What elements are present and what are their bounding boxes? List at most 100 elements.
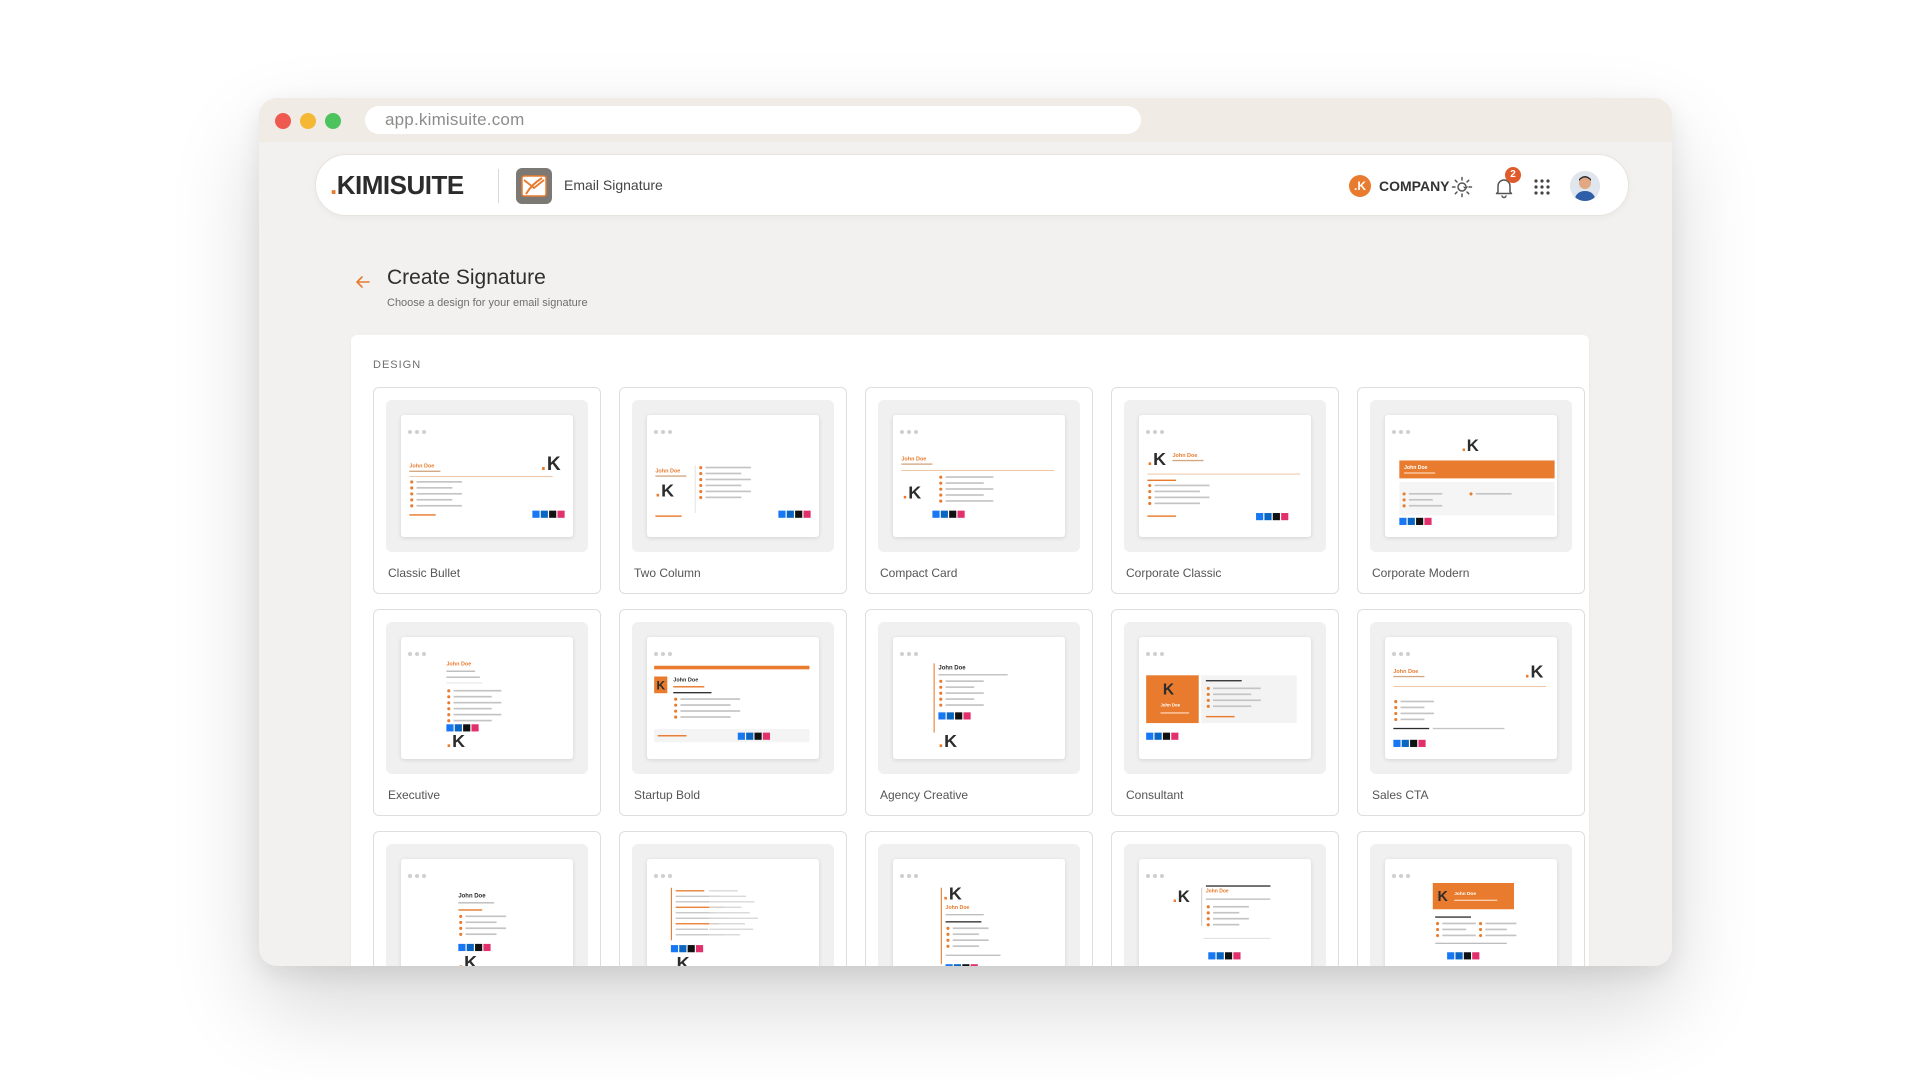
signature-preview-window: John Doe. K bbox=[401, 859, 573, 966]
svg-text:K: K bbox=[908, 483, 921, 503]
signature-thumbnail: John Doe. K bbox=[901, 456, 1055, 518]
design-name: Startup Bold bbox=[634, 788, 701, 802]
svg-text:John Doe: John Doe bbox=[446, 662, 471, 668]
design-card-corporate-modern[interactable]: . K John Doe Corporate Modern bbox=[1357, 387, 1585, 594]
apps-grid-icon[interactable] bbox=[1530, 175, 1554, 199]
signature-thumbnail: John Doe. K bbox=[409, 454, 565, 518]
svg-text:K: K bbox=[1153, 449, 1166, 469]
svg-text:.: . bbox=[903, 483, 908, 503]
svg-text:John Doe: John Doe bbox=[1161, 702, 1181, 707]
design-preview: K John Doe bbox=[1370, 844, 1572, 966]
logo-dot: . bbox=[330, 170, 337, 200]
design-card-compact-card[interactable]: John Doe. K Compact Card bbox=[865, 387, 1093, 594]
svg-text:John Doe: John Doe bbox=[946, 905, 970, 911]
design-name: Sales CTA bbox=[1372, 788, 1429, 802]
signature-thumbnail: John Doe. K bbox=[933, 663, 1008, 751]
close-window-button[interactable] bbox=[275, 113, 291, 129]
top-navigation: .KIMISUITE Email Signature .K COMPANY ⌄ bbox=[315, 154, 1629, 216]
design-card-startup-bold[interactable]: K John Doe Startup Bold bbox=[619, 609, 847, 816]
svg-text:John Doe: John Doe bbox=[458, 893, 486, 899]
signature-preview-window: . K John Doe bbox=[1139, 415, 1311, 537]
signature-thumbnail: .KJohn Doe bbox=[940, 884, 1001, 966]
section-label-design: DESIGN bbox=[373, 359, 422, 371]
signature-thumbnail: K John Doe bbox=[654, 665, 810, 743]
screenshot-stage: app.kimisuite.com .KIMISUITE Email Signa… bbox=[0, 0, 1920, 1080]
nav-divider bbox=[498, 169, 499, 203]
theme-toggle-sun-icon[interactable] bbox=[1450, 175, 1474, 199]
svg-text:K: K bbox=[1163, 681, 1175, 698]
svg-text:K: K bbox=[464, 952, 477, 966]
svg-text:John Doe: John Doe bbox=[1172, 453, 1197, 459]
signature-preview-window: .K bbox=[647, 859, 819, 966]
signature-preview-window: . K John Doe bbox=[1385, 415, 1557, 537]
design-card-design-11[interactable]: John Doe. K bbox=[373, 831, 601, 966]
signature-thumbnail: K John Doe bbox=[1432, 882, 1517, 960]
design-card-two-column[interactable]: John Doe. K Two Column bbox=[619, 387, 847, 594]
signature-thumbnail: K John Doe bbox=[1146, 675, 1297, 740]
page-subtitle: Choose a design for your email signature bbox=[387, 297, 588, 309]
signature-preview-window: K John Doe bbox=[647, 637, 819, 759]
company-badge: .K bbox=[1349, 175, 1371, 197]
browser-titlebar: app.kimisuite.com bbox=[259, 98, 1672, 142]
design-card-sales-cta[interactable]: John Doe. K Sales CTA bbox=[1357, 609, 1585, 816]
svg-text:John Doe: John Doe bbox=[655, 468, 680, 474]
design-card-design-13[interactable]: . K John Doe bbox=[865, 831, 1093, 966]
design-preview: John Doe. K bbox=[386, 844, 588, 966]
maximize-window-button[interactable] bbox=[325, 113, 341, 129]
browser-window: app.kimisuite.com .KIMISUITE Email Signa… bbox=[259, 98, 1672, 966]
signature-preview-window: . K John Doe bbox=[893, 859, 1065, 966]
minimize-window-button[interactable] bbox=[300, 113, 316, 129]
design-card-design-14[interactable]: . K John Doe bbox=[1111, 831, 1339, 966]
svg-text:John Doe: John Doe bbox=[938, 665, 966, 671]
svg-text:K: K bbox=[949, 884, 962, 904]
signature-thumbnail: John Doe. K bbox=[655, 465, 811, 518]
signature-thumbnail: John Doe. K bbox=[1393, 662, 1547, 747]
design-name: Two Column bbox=[634, 566, 701, 580]
signature-preview-window: John Doe. K bbox=[401, 415, 573, 537]
user-avatar[interactable] bbox=[1570, 171, 1600, 201]
design-card-corporate-classic[interactable]: . K John Doe Corporate Classic bbox=[1111, 387, 1339, 594]
design-preview: . K John Doe bbox=[1124, 400, 1326, 552]
design-preview: John Doe. K bbox=[1370, 622, 1572, 774]
design-preview: K John Doe bbox=[1124, 622, 1326, 774]
svg-text:K: K bbox=[944, 731, 957, 751]
svg-text:.: . bbox=[1172, 887, 1177, 906]
back-arrow-icon[interactable] bbox=[354, 273, 372, 291]
signature-thumbnail: .KJohn Doe bbox=[1172, 885, 1271, 960]
signature-preview-window: K John Doe bbox=[1385, 859, 1557, 966]
signature-preview-window: John Doe. K bbox=[893, 415, 1065, 537]
svg-text:K: K bbox=[547, 454, 561, 475]
svg-text:.: . bbox=[655, 480, 660, 500]
design-name: Compact Card bbox=[880, 566, 958, 580]
design-preview: . K John Doe bbox=[1124, 844, 1326, 966]
address-bar[interactable]: app.kimisuite.com bbox=[365, 106, 1141, 134]
svg-text:K: K bbox=[677, 953, 690, 966]
notification-count-badge: 2 bbox=[1505, 167, 1521, 183]
design-card-consultant[interactable]: K John Doe Consultant bbox=[1111, 609, 1339, 816]
design-card-design-12[interactable]: .K bbox=[619, 831, 847, 966]
kimisuite-logo[interactable]: .KIMISUITE bbox=[330, 170, 464, 201]
design-card-agency-creative[interactable]: John Doe. K Agency Creative bbox=[865, 609, 1093, 816]
svg-text:K: K bbox=[1467, 436, 1479, 455]
design-preview: John Doe. K bbox=[386, 400, 588, 552]
signature-thumbnail: .KJohn Doe bbox=[1147, 449, 1301, 521]
design-card-executive[interactable]: John Doe. K Executive bbox=[373, 609, 601, 816]
design-name: Classic Bullet bbox=[388, 566, 461, 580]
design-name: Corporate Modern bbox=[1372, 566, 1470, 580]
signature-preview-window: John Doe. K bbox=[647, 415, 819, 537]
design-preview: .K bbox=[632, 844, 834, 966]
design-preview: John Doe. K bbox=[386, 622, 588, 774]
svg-text:K: K bbox=[661, 480, 674, 500]
design-preview: John Doe. K bbox=[632, 400, 834, 552]
design-card-classic-bullet[interactable]: John Doe. K Classic Bullet bbox=[373, 387, 601, 594]
design-name: Agency Creative bbox=[880, 788, 969, 802]
page-title: Create Signature bbox=[387, 266, 546, 289]
design-preview: John Doe. K bbox=[878, 400, 1080, 552]
svg-text:.: . bbox=[458, 952, 463, 966]
svg-text:John Doe: John Doe bbox=[673, 677, 698, 683]
signature-thumbnail: John Doe. K bbox=[446, 662, 502, 751]
design-card-design-15[interactable]: K John Doe bbox=[1357, 831, 1585, 966]
svg-text:John Doe: John Doe bbox=[409, 464, 434, 470]
signature-preview-window: K John Doe bbox=[1139, 637, 1311, 759]
svg-text:.: . bbox=[671, 953, 676, 966]
